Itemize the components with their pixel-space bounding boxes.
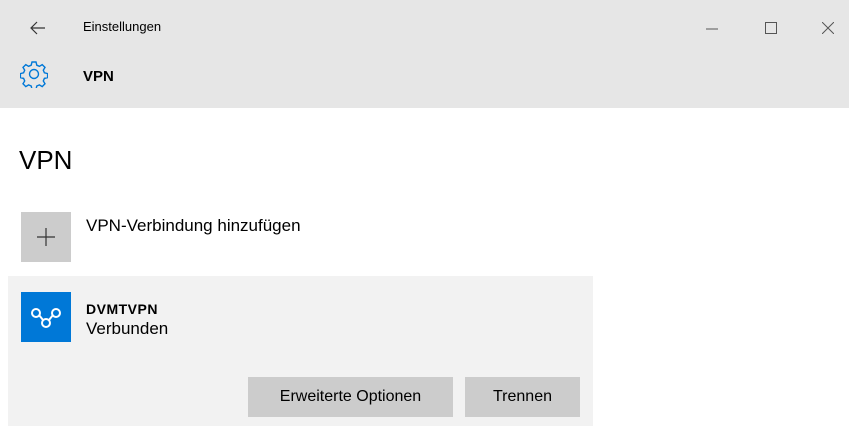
vpn-logo-icon xyxy=(21,292,71,342)
vpn-link-icon xyxy=(31,308,61,328)
disconnect-button[interactable]: Trennen xyxy=(465,377,580,417)
maximize-icon xyxy=(765,22,777,34)
gear-icon xyxy=(20,61,48,88)
maximize-button[interactable] xyxy=(751,8,791,48)
header-title: VPN xyxy=(83,68,114,85)
advanced-options-button[interactable]: Erweiterte Optionen xyxy=(248,377,453,417)
close-button[interactable] xyxy=(808,8,848,48)
back-arrow-icon xyxy=(30,21,45,35)
page-title: VPN xyxy=(19,145,73,175)
add-vpn-label[interactable]: VPN-Verbindung hinzufügen xyxy=(86,216,301,236)
minimize-icon xyxy=(706,28,718,30)
window-title: Einstellungen xyxy=(83,19,162,34)
close-icon xyxy=(822,22,834,34)
vpn-connection-status: Verbunden xyxy=(86,319,169,338)
add-vpn-button[interactable] xyxy=(21,212,71,262)
back-button[interactable] xyxy=(18,8,58,48)
plus-icon xyxy=(37,228,55,246)
title-bar: Einstellungen VPN xyxy=(0,0,849,108)
minimize-button[interactable] xyxy=(692,8,732,48)
vpn-connection-name: DVMTVPN xyxy=(86,301,158,317)
